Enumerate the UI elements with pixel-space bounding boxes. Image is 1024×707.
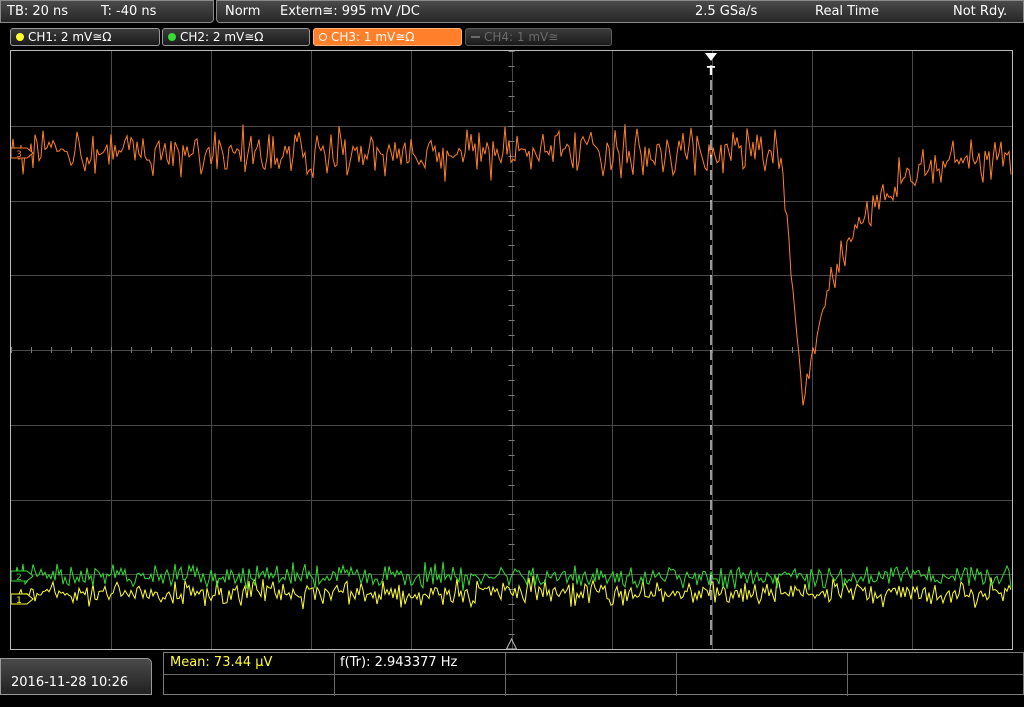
channel-4-label: CH4: 1 mV≅ bbox=[484, 30, 559, 44]
waveform-traces bbox=[11, 124, 1012, 610]
channel-3-indicator-icon bbox=[319, 33, 327, 41]
channel-2-indicator-icon bbox=[168, 33, 176, 41]
channel-2-label: CH2: 2 mV≅Ω bbox=[180, 30, 264, 44]
waveform-display[interactable]: T 3 2 1 bbox=[10, 50, 1013, 650]
channel-3-label: CH3: 1 mV≅Ω bbox=[331, 30, 415, 44]
status-bar: TB: 20 ns T: -40 ns Norm Extern≅: 995 mV… bbox=[0, 0, 1024, 24]
measurement-divider bbox=[676, 653, 677, 696]
channel-1-indicator-icon bbox=[16, 33, 24, 41]
timebase-panel[interactable]: TB: 20 ns T: -40 ns bbox=[0, 0, 214, 23]
measurement-divider bbox=[164, 674, 1023, 675]
graticule bbox=[11, 51, 1012, 649]
channel-1-ground-marker-label: 1 bbox=[16, 596, 22, 606]
date-time-text: 2016-11-28 10:26 bbox=[11, 675, 129, 690]
trigger-position[interactable]: T: -40 ns bbox=[101, 1, 156, 23]
channel-3-trace bbox=[11, 124, 1012, 406]
waveform-canvas[interactable]: T 3 2 1 bbox=[11, 51, 1012, 649]
channel-1-tab[interactable]: CH1: 2 mV≅Ω bbox=[10, 28, 160, 46]
channel-4-tab[interactable]: CH4: 1 mV≅ bbox=[465, 28, 612, 46]
acquisition-mode[interactable]: Real Time bbox=[815, 1, 879, 23]
trigger-position-icon bbox=[705, 53, 717, 61]
channel-3-ground-marker-label: 3 bbox=[16, 150, 22, 160]
channel-3-tab[interactable]: CH3: 1 mV≅Ω bbox=[313, 28, 462, 46]
measurement-divider bbox=[334, 653, 335, 696]
bottom-bar: 2016-11-28 10:26 Mean: 73.44 µV f(Tr): 2… bbox=[0, 652, 1024, 696]
measurement-panel[interactable]: Mean: 73.44 µV f(Tr): 2.943377 Hz bbox=[163, 652, 1024, 696]
date-time: 2016-11-28 10:26 bbox=[0, 658, 152, 695]
channel-4-off-icon bbox=[471, 36, 480, 38]
measurement-divider bbox=[847, 653, 848, 696]
measurement-divider bbox=[505, 653, 506, 696]
channel-1-ground-marker-icon bbox=[11, 593, 34, 605]
trigger-position-label: T bbox=[707, 64, 716, 78]
trigger-source-level[interactable]: Extern≅: 995 mV ∕DC bbox=[280, 1, 420, 23]
trigger-reference-icon bbox=[505, 637, 518, 649]
trigger-mode[interactable]: Norm bbox=[225, 1, 260, 23]
trigger-acquisition-panel: Norm Extern≅: 995 mV ∕DC 2.5 GSa/s Real … bbox=[216, 0, 1024, 23]
timebase-value[interactable]: TB: 20 ns bbox=[7, 1, 68, 23]
channel-2-tab[interactable]: CH2: 2 mV≅Ω bbox=[162, 28, 310, 46]
sample-rate[interactable]: 2.5 GSa/s bbox=[695, 1, 757, 23]
channel-2-ground-marker-icon bbox=[11, 570, 34, 582]
channel-2-trace bbox=[11, 561, 1012, 591]
mean-measurement[interactable]: Mean: 73.44 µV bbox=[170, 655, 272, 670]
channel-2-ground-marker-label: 2 bbox=[16, 573, 22, 583]
channel-1-label: CH1: 2 mV≅Ω bbox=[28, 30, 112, 44]
trigger-frequency-measurement[interactable]: f(Tr): 2.943377 Hz bbox=[340, 655, 457, 670]
acquisition-status: Not Rdy. bbox=[953, 4, 1008, 19]
